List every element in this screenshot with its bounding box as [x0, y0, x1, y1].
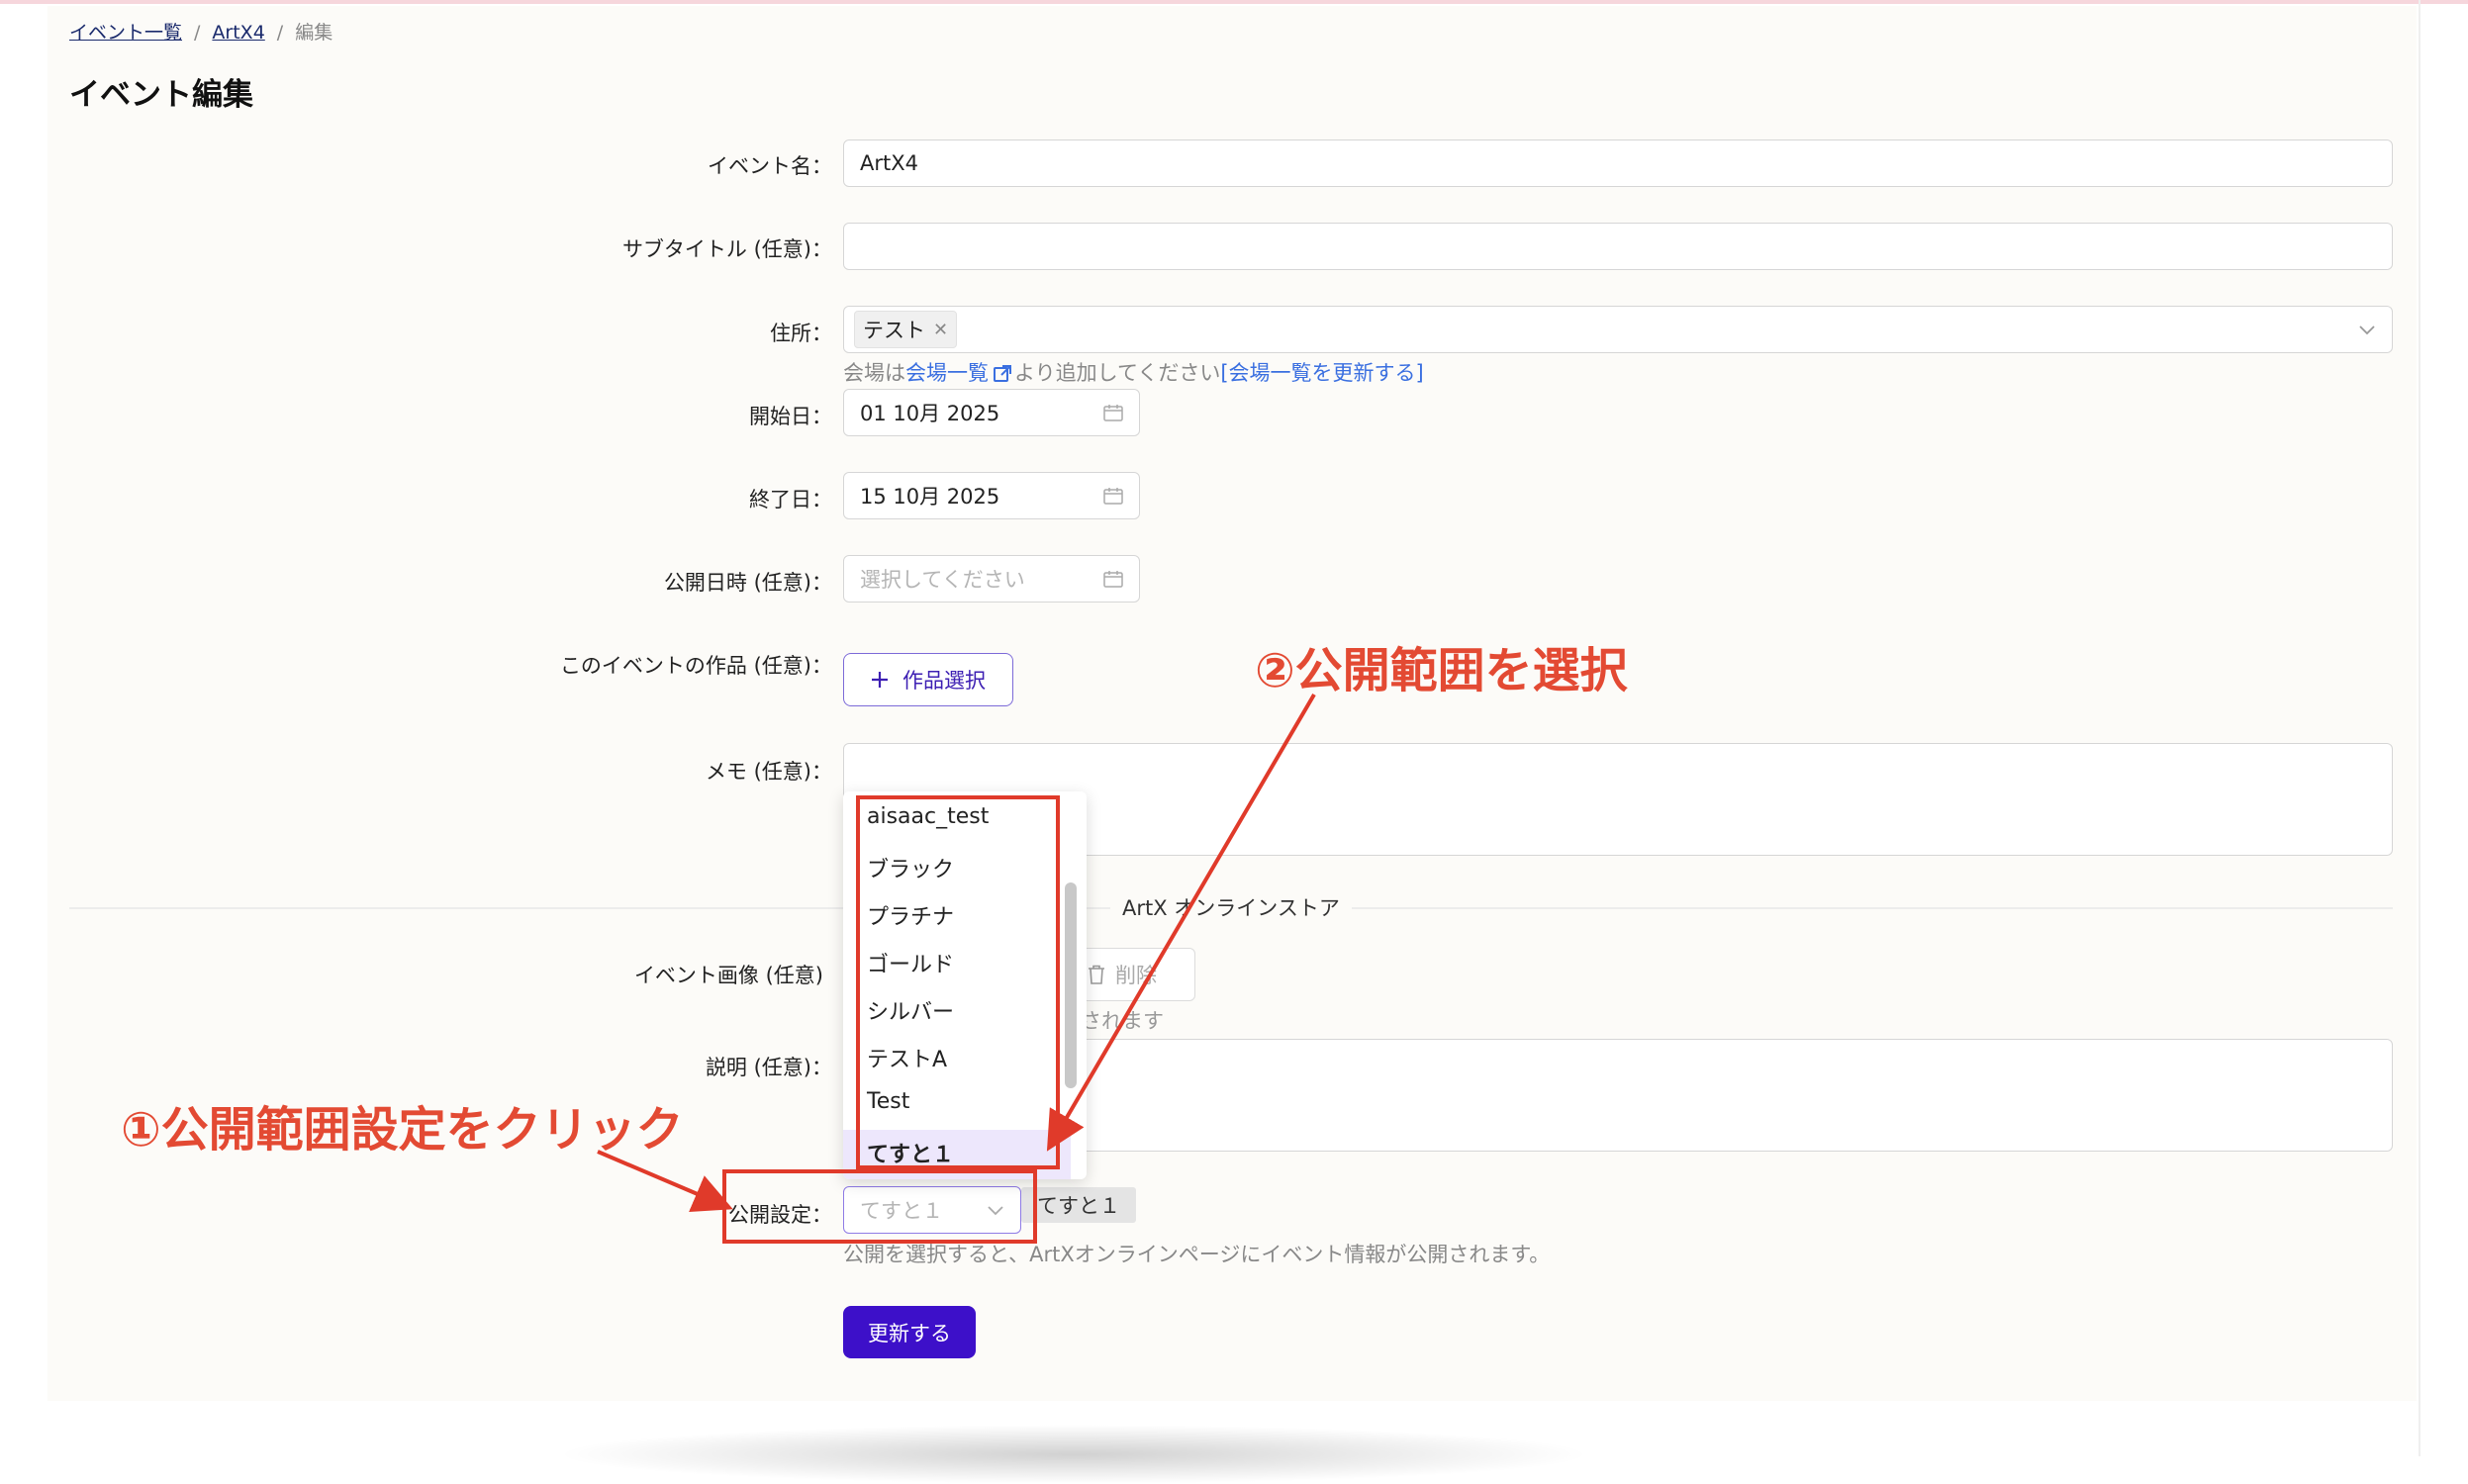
- arrow-step2: [1046, 693, 1316, 1152]
- arrow-step1: [597, 1150, 733, 1212]
- annotation-arrows: [597, 693, 1316, 1212]
- bottom-shadow: [554, 1425, 1593, 1484]
